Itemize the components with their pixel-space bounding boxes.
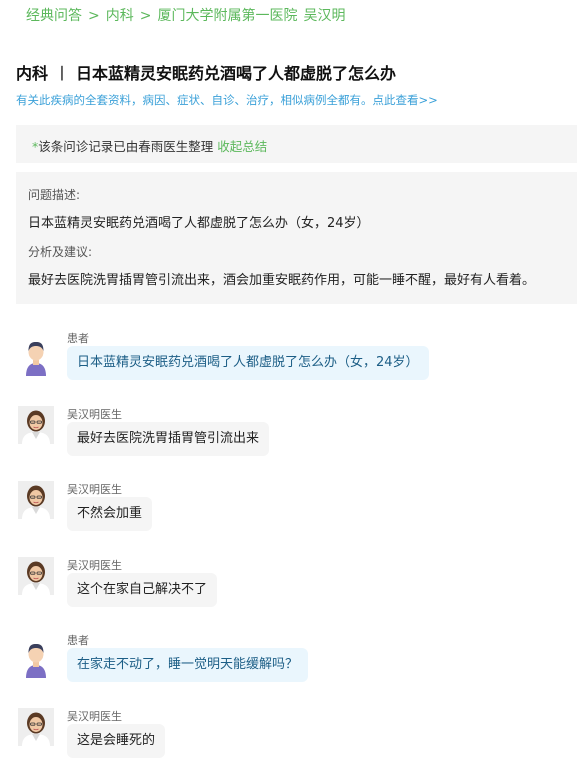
advice-label: 分析及建议: (28, 245, 93, 259)
sender-name: 患者 (67, 332, 89, 345)
advice-text: 最好去医院洗胃插胃管引流出来，酒会加重安眠药作用，可能一睡不醒，最好有人看着。 (28, 273, 536, 288)
page-title: 内科丨日本蓝精灵安眠药兑酒喝了人都虚脱了怎么办 (16, 60, 396, 84)
message-bubble: 日本蓝精灵安眠药兑酒喝了人都虚脱了怎么办（女，24岁） (67, 346, 429, 380)
note-text: 该条问诊记录已由春雨医生整理 (38, 139, 214, 154)
sender-name: 患者 (67, 634, 89, 647)
problem-label: 问题描述: (28, 188, 81, 202)
doctor-avatar-icon (18, 557, 54, 595)
doctor-avatar-icon (18, 708, 54, 746)
message-bubble: 在家走不动了，睡一觉明天能缓解吗？ (67, 648, 309, 682)
title-department: 内科 (16, 64, 49, 83)
message-bubble: 这个在家自己解决不了 (67, 573, 218, 607)
breadcrumb: 经典问答 > 内科 > 厦门大学附属第一医院 吴汉明 (26, 5, 345, 25)
problem-text: 日本蓝精灵安眠药兑酒喝了人都虚脱了怎么办（女，24岁） (28, 216, 370, 231)
message-bubble: 这是会睡死的 (67, 724, 166, 758)
sender-name: 吴汉明医生 (67, 408, 122, 421)
sender-name: 吴汉明医生 (67, 710, 122, 723)
disease-info-link[interactable]: 有关此疾病的全套资料，病因、症状、自诊、治疗，相似病例全都有。点此查看>> (16, 92, 438, 108)
breadcrumb-item-department[interactable]: 内科 (106, 8, 134, 24)
patient-avatar-icon (26, 342, 46, 376)
sender-name: 吴汉明医生 (67, 483, 122, 496)
summary-panel: 问题描述: 日本蓝精灵安眠药兑酒喝了人都虚脱了怎么办（女，24岁） 分析及建议:… (16, 172, 577, 304)
breadcrumb-item-doctor[interactable]: 吴汉明 (303, 8, 345, 24)
title-question: 日本蓝精灵安眠药兑酒喝了人都虚脱了怎么办 (76, 64, 397, 83)
breadcrumb-separator: > (139, 8, 152, 24)
collapse-summary-link[interactable]: 收起总结 (217, 139, 267, 154)
breadcrumb-item-qa[interactable]: 经典问答 (26, 8, 82, 24)
title-divider: 丨 (54, 64, 71, 83)
sender-name: 吴汉明医生 (67, 559, 122, 572)
doctor-avatar-icon (18, 481, 54, 519)
record-note: *该条问诊记录已由春雨医生整理 收起总结 (16, 125, 577, 163)
message-bubble: 最好去医院洗胃插胃管引流出来 (67, 422, 270, 456)
breadcrumb-item-hospital[interactable]: 厦门大学附属第一医院 (157, 8, 297, 24)
patient-avatar-icon (26, 644, 46, 678)
breadcrumb-separator: > (88, 8, 100, 24)
message-bubble: 不然会加重 (67, 497, 153, 531)
doctor-avatar-icon (18, 406, 54, 444)
